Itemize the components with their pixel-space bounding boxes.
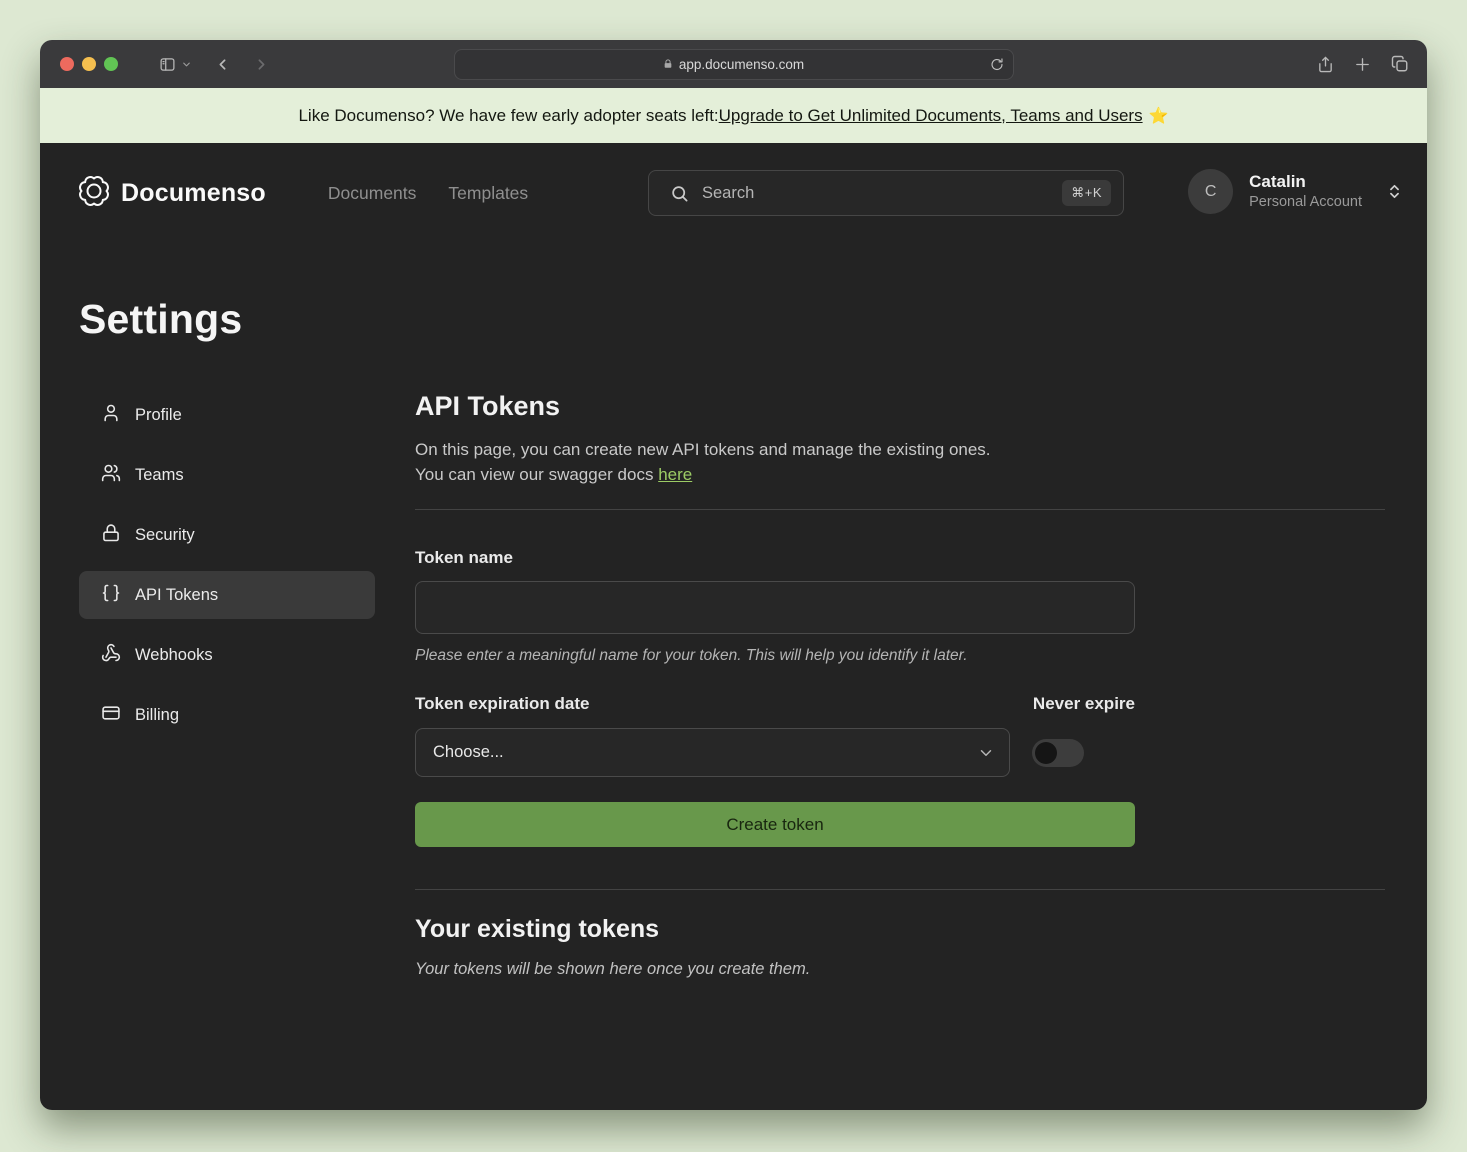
sidebar-item-label: API Tokens: [135, 586, 218, 605]
documenso-logo-icon: [79, 176, 109, 211]
never-expire-label: Never expire: [1033, 694, 1135, 714]
search-shortcut-badge: ⌘+K: [1062, 180, 1111, 206]
account-type: Personal Account: [1249, 193, 1362, 212]
section-description: On this page, you can create new API tok…: [415, 437, 1385, 487]
token-name-label: Token name: [415, 548, 1385, 568]
users-icon: [101, 463, 121, 488]
sidebar-icon: [158, 56, 177, 73]
braces-icon: [101, 583, 121, 608]
sidebar-item-label: Security: [135, 526, 195, 545]
back-button[interactable]: [214, 56, 231, 73]
app-content: Documenso Documents Templates Search ⌘+K…: [40, 143, 1427, 1110]
token-name-help: Please enter a meaningful name for your …: [415, 647, 1385, 665]
token-name-input[interactable]: [415, 581, 1135, 634]
never-expire-toggle[interactable]: [1032, 739, 1084, 767]
description-line2: You can view our swagger docs: [415, 465, 658, 484]
swagger-docs-link[interactable]: here: [658, 465, 692, 484]
sidebar-item-profile[interactable]: Profile: [79, 391, 375, 439]
sidebar-item-api-tokens[interactable]: API Tokens: [79, 571, 375, 619]
top-nav: Documents Templates: [328, 183, 528, 204]
chevron-down-icon: [181, 59, 192, 70]
promo-text: Like Documenso? We have few early adopte…: [298, 106, 718, 126]
share-icon[interactable]: [1317, 55, 1334, 74]
settings-sidebar: Profile Teams Security API Tokens Webhoo…: [79, 391, 375, 979]
minimize-window-button[interactable]: [82, 57, 96, 71]
nav-templates[interactable]: Templates: [448, 183, 528, 204]
nav-documents[interactable]: Documents: [328, 183, 417, 204]
description-line1: On this page, you can create new API tok…: [415, 440, 991, 459]
close-window-button[interactable]: [60, 57, 74, 71]
zoom-window-button[interactable]: [104, 57, 118, 71]
upgrade-link[interactable]: Upgrade to Get Unlimited Documents, Team…: [719, 106, 1143, 126]
chevrons-up-down-icon: [1386, 183, 1403, 200]
section-title: API Tokens: [415, 391, 1385, 422]
reload-icon[interactable]: [990, 57, 1004, 72]
avatar-initial: C: [1205, 183, 1217, 201]
sidebar-toggle-button[interactable]: [158, 56, 192, 73]
search-input[interactable]: Search ⌘+K: [648, 170, 1124, 216]
app-header: Documenso Documents Templates Search ⌘+K…: [40, 143, 1427, 243]
create-token-button[interactable]: Create token: [415, 802, 1135, 847]
existing-tokens-title: Your existing tokens: [415, 915, 1385, 944]
credit-card-icon: [101, 703, 121, 728]
webhook-icon: [101, 643, 121, 668]
account-menu[interactable]: C Catalin Personal Account: [1188, 169, 1403, 214]
brand-logo[interactable]: Documenso: [79, 176, 266, 211]
divider: [415, 509, 1385, 510]
promo-banner: Like Documenso? We have few early adopte…: [40, 88, 1427, 143]
sidebar-item-label: Teams: [135, 466, 184, 485]
sidebar-item-webhooks[interactable]: Webhooks: [79, 631, 375, 679]
avatar: C: [1188, 169, 1233, 214]
search-placeholder: Search: [702, 184, 1062, 203]
sidebar-item-label: Webhooks: [135, 646, 213, 665]
sidebar-item-security[interactable]: Security: [79, 511, 375, 559]
browser-toolbar: app.documenso.com: [40, 40, 1427, 88]
expiration-label: Token expiration date: [415, 694, 589, 714]
lock-icon: [663, 58, 673, 70]
divider: [415, 889, 1385, 890]
api-tokens-panel: API Tokens On this page, you can create …: [415, 391, 1385, 979]
account-name: Catalin: [1249, 171, 1362, 192]
url-text: app.documenso.com: [679, 57, 804, 72]
existing-tokens-empty-text: Your tokens will be shown here once you …: [415, 960, 1385, 979]
traffic-lights: [60, 57, 118, 71]
expiration-select[interactable]: Choose...: [415, 728, 1010, 777]
browser-window: app.documenso.com Like Documenso? We hav…: [40, 40, 1427, 1110]
lock-icon: [101, 523, 121, 548]
search-icon: [670, 184, 689, 203]
sidebar-item-label: Billing: [135, 706, 179, 725]
brand-name: Documenso: [121, 179, 266, 208]
new-tab-icon[interactable]: [1354, 56, 1371, 73]
expiration-selected-value: Choose...: [433, 743, 977, 762]
star-emoji: ⭐: [1149, 106, 1169, 126]
address-bar[interactable]: app.documenso.com: [454, 49, 1014, 80]
tab-overview-icon[interactable]: [1391, 55, 1409, 73]
chevron-down-icon: [977, 744, 995, 762]
sidebar-item-teams[interactable]: Teams: [79, 451, 375, 499]
forward-button[interactable]: [253, 56, 270, 73]
sidebar-item-label: Profile: [135, 406, 182, 425]
sidebar-item-billing[interactable]: Billing: [79, 691, 375, 739]
page-title: Settings: [79, 296, 1427, 343]
toggle-knob: [1035, 742, 1057, 764]
user-icon: [101, 403, 121, 428]
